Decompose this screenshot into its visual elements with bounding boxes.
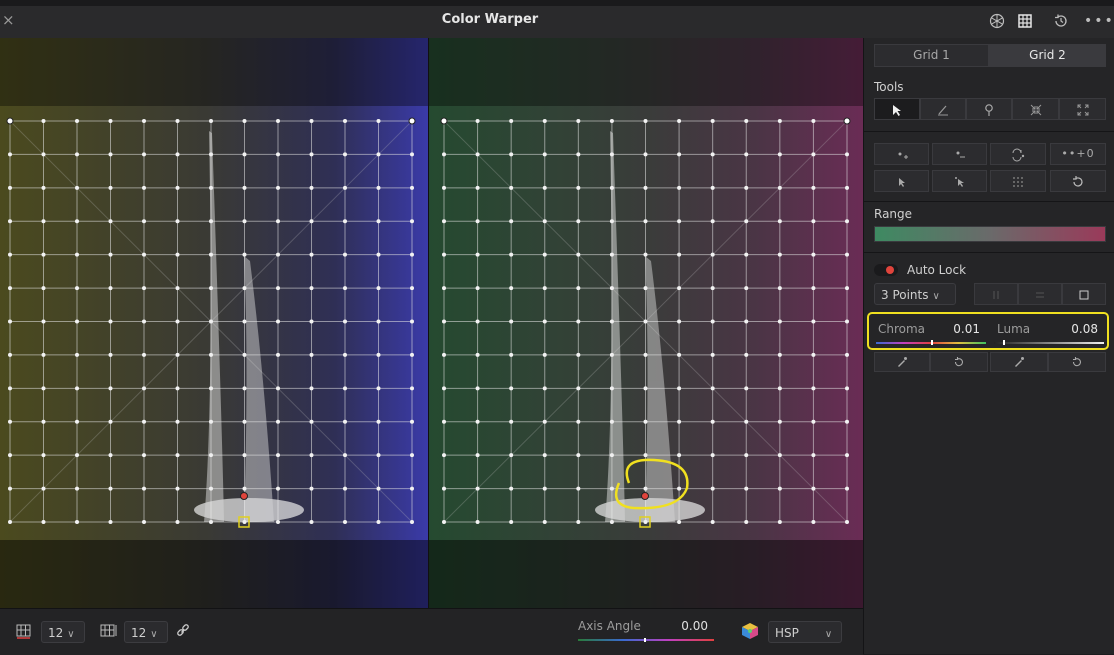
expand-points-button[interactable]: ••+0 — [1050, 143, 1106, 165]
grid-select-button[interactable] — [990, 170, 1046, 192]
axis-angle-handle[interactable] — [644, 638, 646, 642]
warp-grid-right[interactable] — [429, 38, 863, 608]
grid-h-select[interactable]: 12 ∨ — [41, 621, 85, 643]
align-left-button[interactable] — [974, 283, 1018, 305]
points-select[interactable]: 3 Points ∨ — [874, 283, 956, 305]
swap-button[interactable] — [990, 143, 1046, 165]
panel-divider — [428, 38, 429, 608]
box-select-icon — [1079, 290, 1089, 300]
eyedropper-icon — [898, 357, 907, 367]
select-all-button[interactable] — [932, 170, 987, 192]
range-bar[interactable] — [874, 226, 1106, 242]
remove-point-button[interactable] — [932, 143, 987, 165]
add-point-button[interactable] — [874, 143, 929, 165]
grid-rows-icon — [100, 623, 118, 643]
chroma-picker-button[interactable] — [874, 352, 930, 372]
align-columns-icon — [993, 291, 999, 299]
color-wheel-icon[interactable] — [984, 10, 1010, 32]
bottom-toolbar: 12 ∨ 12 ∨ Axis Angle 0.00 HSP ∨ — [0, 608, 863, 655]
pointer-tool-button[interactable] — [874, 98, 920, 120]
warp-grid-left[interactable] — [0, 38, 428, 608]
color-cube-icon — [740, 621, 760, 645]
more-icon[interactable]: ••• — [1084, 10, 1113, 32]
selected-point — [240, 492, 248, 500]
select-all-icon — [954, 177, 964, 187]
eyedropper-icon — [1015, 357, 1024, 367]
pen-tool-button[interactable] — [920, 98, 966, 120]
select-icon — [898, 178, 905, 187]
reset-icon — [1073, 176, 1083, 187]
align-rows-icon — [1036, 292, 1044, 298]
reset-icon — [954, 357, 964, 367]
tab-grid-1[interactable]: Grid 1 — [874, 44, 989, 67]
title-bar: × Color Warper ••• — [0, 0, 1114, 41]
pin-icon — [985, 104, 993, 116]
remove-point-icon — [956, 151, 965, 158]
history-icon[interactable] — [1048, 10, 1074, 32]
pointer-icon — [893, 105, 901, 116]
grid-columns-icon — [16, 623, 32, 643]
color-space-select[interactable]: HSP ∨ — [768, 621, 842, 643]
collapse-icon — [1030, 104, 1041, 116]
luma-picker-button[interactable] — [990, 352, 1048, 372]
grid-select-icon — [1013, 177, 1023, 187]
pen-icon — [938, 105, 948, 116]
reset-icon — [1072, 357, 1082, 367]
expand-tool-button[interactable] — [1059, 98, 1106, 120]
window-title: Color Warper — [441, 12, 539, 27]
collapse-tool-button[interactable] — [1012, 98, 1059, 120]
axis-angle-value[interactable]: 0.00 — [676, 619, 708, 633]
divider — [864, 252, 1114, 253]
reset-button[interactable] — [1050, 170, 1106, 192]
align-rows-button[interactable] — [1018, 283, 1062, 305]
divider — [864, 131, 1114, 132]
selected-point — [641, 492, 649, 500]
grid-panel-left[interactable] — [0, 38, 428, 608]
auto-lock-label: Auto Lock — [907, 263, 967, 277]
expand-points-icon: ••+0 — [1061, 147, 1095, 160]
grid-icon[interactable] — [1012, 10, 1038, 32]
swap-icon — [1012, 148, 1025, 162]
highlight-annotation — [867, 312, 1109, 350]
close-icon[interactable]: × — [2, 11, 15, 29]
auto-lock-toggle[interactable] — [874, 264, 898, 276]
link-icon[interactable] — [176, 623, 190, 642]
luma-reset-button[interactable] — [1048, 352, 1106, 372]
expand-icon — [1077, 104, 1088, 116]
axis-angle-slider[interactable] — [578, 639, 714, 641]
tools-label: Tools — [874, 80, 904, 94]
pin-tool-button[interactable] — [966, 98, 1012, 120]
range-label: Range — [874, 207, 913, 221]
grid-v-select[interactable]: 12 ∨ — [124, 621, 168, 643]
chroma-reset-button[interactable] — [930, 352, 988, 372]
add-point-icon — [898, 152, 908, 159]
grid-panel-right[interactable] — [429, 38, 863, 608]
box-select-button[interactable] — [1062, 283, 1106, 305]
divider — [864, 201, 1114, 202]
axis-angle-label: Axis Angle — [578, 619, 641, 633]
tab-grid-2[interactable]: Grid 2 — [989, 44, 1106, 67]
select-button[interactable] — [874, 170, 929, 192]
